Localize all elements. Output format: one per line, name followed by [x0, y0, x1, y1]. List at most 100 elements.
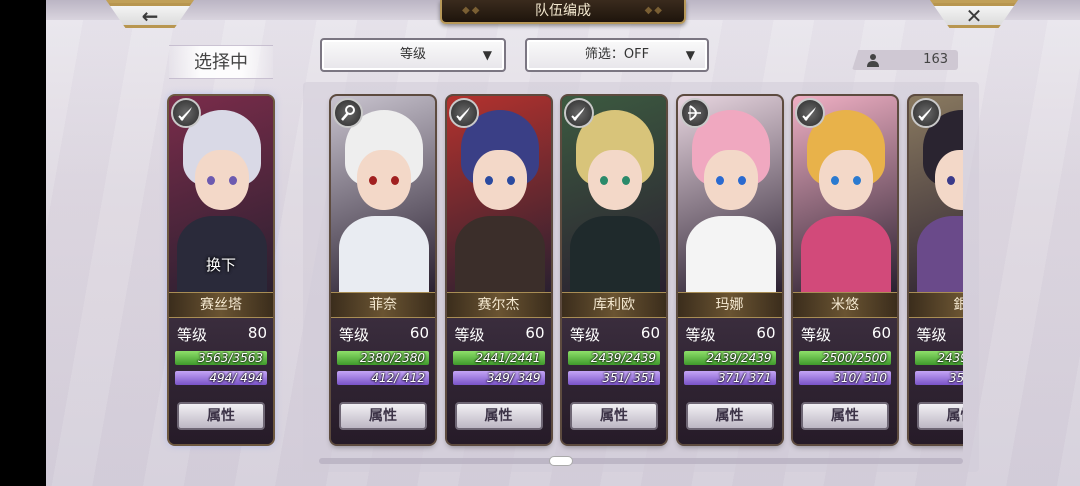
- level-row: 等级 60: [917, 324, 964, 344]
- sword-icon: [448, 98, 479, 128]
- hp-bar: 2439/2439: [683, 351, 776, 365]
- unit-count-box: 163: [852, 50, 958, 70]
- portrait-body: [339, 216, 429, 296]
- roster-card[interactable]: 赛尔杰 等级 60 2441/2441 349/ 349 属性: [446, 96, 551, 444]
- portrait-face: [472, 150, 527, 210]
- level-row: 等级 60: [801, 324, 891, 344]
- level-label: 等级: [454, 326, 485, 344]
- attributes-button[interactable]: 属性: [339, 402, 427, 430]
- level-row: 等级 80: [177, 324, 267, 344]
- team-formation-screen: ← 队伍编成 ✕ 选择中 等级 ▼ 筛选：OFF ▼ 163 赛丝塔: [46, 0, 1080, 486]
- hp-bar: 3563/3563: [175, 351, 267, 365]
- level-row: 等级 60: [455, 324, 545, 344]
- level-row: 等级 60: [570, 324, 660, 344]
- level-label: 等级: [801, 326, 832, 344]
- swap-label: 换下: [205, 256, 236, 274]
- sword-icon: [910, 98, 941, 128]
- attributes-button[interactable]: 属性: [454, 402, 543, 430]
- level-label: 等级: [177, 326, 208, 344]
- horizontal-scrollbar[interactable]: [319, 456, 963, 466]
- sp-bar: 351/ 351: [914, 371, 963, 385]
- level-value: 60: [756, 324, 776, 342]
- level-label: 等级: [339, 326, 370, 344]
- selected-unit-card[interactable]: 赛丝塔 等级 80 3563/3563 494/ 494 属性 换下: [169, 96, 273, 444]
- staff-icon: [333, 98, 363, 128]
- close-button[interactable]: ✕: [930, 0, 1018, 28]
- level-label: 等级: [685, 326, 716, 344]
- attributes-button[interactable]: 属性: [916, 402, 963, 430]
- sp-bar: 412/ 412: [337, 371, 429, 385]
- chevron-down-icon: ▼: [482, 48, 492, 62]
- portrait-eye: [946, 176, 955, 185]
- roster-card[interactable]: 菲奈 等级 60 2380/2380 412/ 412 属性: [331, 96, 435, 444]
- unit-name: 米悠: [793, 292, 897, 318]
- portrait-eye: [391, 176, 399, 185]
- roster-list[interactable]: 菲奈 等级 60 2380/2380 412/ 412 属性 赛尔杰 等级 60: [303, 82, 963, 472]
- portrait-eye: [207, 176, 215, 185]
- sword-icon: [795, 98, 825, 128]
- attributes-button[interactable]: 属性: [685, 402, 774, 430]
- sp-bar: 371/ 371: [683, 371, 776, 385]
- level-row: 等级 60: [686, 324, 776, 344]
- page-title: 队伍编成: [440, 0, 686, 24]
- unit-stats: 等级 60 2380/2380 412/ 412 属性: [331, 318, 435, 444]
- unit-stats: 等级 60 2439/2439 351/ 351 属性: [562, 318, 666, 444]
- unit-stats: 等级 60 2441/2441 349/ 349 属性: [446, 318, 551, 444]
- attributes-button[interactable]: 属性: [801, 402, 889, 430]
- level-value: 60: [409, 324, 429, 342]
- level-value: 60: [640, 324, 660, 342]
- portrait-eye: [622, 176, 630, 185]
- portrait-eye: [506, 176, 515, 185]
- unit-name: 玛娜: [677, 292, 782, 318]
- portrait-face: [195, 150, 249, 210]
- unit-stats: 等级 80 3563/3563 494/ 494 属性: [169, 318, 273, 444]
- attributes-button[interactable]: 属性: [177, 402, 265, 430]
- user-icon: [867, 54, 879, 67]
- portrait-body: [570, 216, 660, 296]
- hp-bar: 2500/2500: [799, 351, 891, 365]
- sp-bar: 351/ 351: [568, 371, 660, 385]
- scrollbar-thumb[interactable]: [549, 456, 573, 466]
- chevron-down-icon: ▼: [685, 48, 695, 62]
- level-value: 80: [247, 324, 267, 342]
- portrait-eye: [600, 176, 608, 185]
- attributes-button[interactable]: 属性: [570, 402, 658, 430]
- level-value: 60: [525, 324, 545, 342]
- sort-dropdown[interactable]: 等级 ▼: [320, 38, 506, 72]
- filter-dropdown-label: 筛选：OFF: [584, 47, 650, 62]
- roster-card[interactable]: 銀 等级 60 2439/2439 351/ 351 属性: [908, 96, 964, 444]
- portrait-eye: [229, 176, 237, 185]
- hp-bar: 2441/2441: [452, 351, 545, 365]
- portrait-body: [685, 216, 776, 296]
- hp-bar: 2439/2439: [914, 351, 963, 365]
- portrait-eye: [737, 176, 746, 185]
- roster-card[interactable]: 库利欧 等级 60 2439/2439 351/ 351 属性: [562, 96, 666, 444]
- unit-name: 库利欧: [562, 292, 666, 318]
- unit-name: 赛丝塔: [169, 292, 273, 318]
- roster-panel: 菲奈 等级 60 2380/2380 412/ 412 属性 赛尔杰 等级 60: [303, 82, 979, 472]
- portrait-eye: [831, 176, 839, 185]
- filter-dropdown[interactable]: 筛选：OFF ▼: [525, 38, 709, 72]
- portrait-face: [703, 150, 758, 210]
- roster-card[interactable]: 玛娜 等级 60 2439/2439 371/ 371 属性: [677, 96, 782, 444]
- unit-stats: 等级 60 2439/2439 371/ 371 属性: [677, 318, 782, 444]
- portrait-eye: [715, 176, 724, 185]
- back-button[interactable]: ←: [106, 0, 194, 28]
- sword-icon: [564, 98, 594, 128]
- portrait-face: [819, 150, 873, 210]
- unit-stats: 等级 60 2500/2500 310/ 310 属性: [793, 318, 897, 444]
- roster-card[interactable]: 米悠 等级 60 2500/2500 310/ 310 属性: [793, 96, 897, 444]
- selected-label: 选择中: [169, 45, 273, 79]
- back-arrow-icon: ←: [141, 4, 159, 28]
- portrait-face: [588, 150, 642, 210]
- unit-name: 菲奈: [331, 292, 435, 318]
- level-row: 等级 60: [339, 324, 429, 344]
- hp-bar: 2380/2380: [337, 351, 429, 365]
- level-value: 60: [871, 324, 891, 342]
- portrait-eye: [853, 176, 861, 185]
- sp-bar: 310/ 310: [799, 371, 891, 385]
- portrait-body: [916, 216, 963, 296]
- portrait-eye: [484, 176, 493, 185]
- portrait-body: [454, 216, 545, 296]
- hp-bar: 2439/2439: [568, 351, 660, 365]
